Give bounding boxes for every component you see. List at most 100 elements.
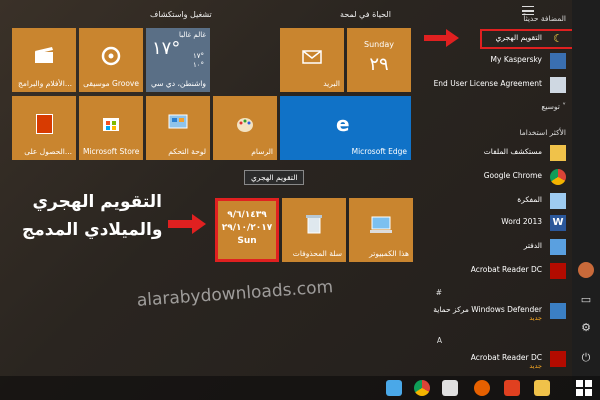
tile-hijri-calendar[interactable]: ٩/٦/١٤٣٩ ٢٩/١٠/٢٠١٧ Sun (215, 198, 279, 262)
list-item-label: My Kaspersky (490, 55, 542, 64)
list-item-word[interactable]: Word 2013 W (418, 214, 568, 232)
notepad-icon (550, 193, 566, 209)
new-badge: جديد (529, 314, 542, 322)
calendar-day: Sunday (364, 40, 394, 49)
list-item-label: التقويم الهجري (495, 33, 542, 42)
tile-this-pc-label: هذا الكمبيوتر (369, 249, 409, 258)
list-item-label: الدفتر (523, 241, 542, 250)
start-left-strip: ▭ ⚙ ⏻ (572, 0, 600, 400)
tile-movies[interactable]: الأفلام والبرامج... (12, 28, 76, 92)
annotation-line-2: والميلادي المدمج (22, 220, 163, 240)
list-item-acrobat-new[interactable]: Acrobat Reader DC جديد (418, 350, 568, 374)
paint-icon (237, 118, 253, 132)
list-item-label: Word 2013 (501, 217, 542, 226)
tile-store[interactable]: Microsoft Store (79, 96, 143, 160)
shield-icon (550, 303, 566, 319)
list-item-chrome[interactable]: Google Chrome (418, 168, 568, 186)
list-item-label: مركز حماية Windows Defender (433, 305, 542, 314)
windows-start-icon[interactable] (576, 380, 592, 396)
weather-title: غالم غالبا (179, 31, 206, 39)
tile-control-panel[interactable]: لوحة التحكم (146, 96, 210, 160)
list-item-kaspersky[interactable]: My Kaspersky (418, 52, 568, 70)
hijri-line-2: ٢٩/١٠/٢٠١٧ (221, 223, 273, 233)
tile-movies-label: الأفلام والبرامج... (18, 79, 72, 88)
acrobat-icon (550, 351, 566, 367)
list-item-wordpad[interactable]: الدفتر (418, 238, 568, 256)
tile-paint-label: الرسام (251, 147, 273, 156)
chrome-icon (550, 169, 566, 185)
tile-this-pc[interactable]: هذا الكمبيوتر (349, 198, 413, 262)
tile-calendar[interactable]: Sunday ٢٩ (347, 28, 411, 92)
tile-edge[interactable]: e Microsoft Edge (280, 96, 411, 160)
kaspersky-icon (550, 53, 566, 69)
group-title-play: تشغيل واستكشاف (150, 10, 212, 19)
tile-control-panel-label: لوحة التحكم (168, 147, 206, 156)
user-avatar-icon[interactable] (578, 262, 594, 278)
expand-link[interactable]: توسيع ˅ (541, 102, 566, 111)
list-item-defender[interactable]: مركز حماية Windows Defender جديد (418, 302, 568, 326)
computer-icon (370, 216, 392, 233)
list-item-label: Acrobat Reader DC (470, 265, 542, 274)
tile-edge-label: Microsoft Edge (351, 147, 407, 156)
weather-city: واشنطن، دي سي (150, 79, 206, 88)
list-item-file-explorer[interactable]: مستكشف الملفات (418, 144, 568, 162)
tile-mail[interactable]: البريد (280, 28, 344, 92)
letter-hash[interactable]: # (436, 288, 442, 297)
tile-groove[interactable]: موسيقى Groove (79, 28, 143, 92)
tile-recycle-bin-label: سلة المحذوفات (292, 249, 342, 258)
media-player-icon[interactable] (504, 380, 520, 396)
store-icon (103, 118, 119, 131)
list-item-label: Acrobat Reader DC (470, 353, 542, 362)
watermark: alarabydownloads.com (136, 277, 334, 311)
letter-a[interactable]: A (437, 336, 442, 345)
list-item-label: مستكشف الملفات (483, 147, 542, 156)
mail-icon (302, 50, 322, 64)
control-panel-icon (168, 114, 188, 129)
tile-paint[interactable]: الرسام (213, 96, 277, 160)
firefox-icon[interactable] (474, 380, 490, 396)
list-item-label: المفكرة (517, 195, 542, 204)
word-icon: W (550, 215, 566, 231)
list-item-acrobat[interactable]: Acrobat Reader DC (418, 262, 568, 280)
file-explorer-icon[interactable] (534, 380, 550, 396)
tile-weather[interactable]: غالم غالبا ١٧° ١٧° ١٠° واشنطن، دي سي (146, 28, 210, 92)
office-icon (36, 114, 53, 134)
list-item-eula[interactable]: End User License Agreement (418, 76, 568, 94)
annotation-line-1: التقويم الهجري (32, 192, 162, 212)
hijri-tooltip: التقويم الهجري (244, 170, 305, 185)
taskbar (0, 376, 600, 400)
hijri-line-1: ٩/٦/١٤٣٩ (227, 210, 267, 220)
clapper-icon (35, 47, 53, 63)
folder-icon (550, 145, 566, 161)
gear-icon[interactable]: ⚙ (578, 320, 594, 336)
tile-recycle-bin[interactable]: سلة المحذوفات (282, 198, 346, 262)
wordpad-icon (550, 239, 566, 255)
recycle-bin-icon (306, 215, 322, 234)
groove-icon (101, 46, 121, 66)
edge-icon: e (336, 112, 350, 136)
power-icon[interactable]: ⏻ (578, 350, 594, 366)
notes-icon[interactable] (386, 380, 402, 396)
weather-hi: ١٧° (192, 52, 204, 60)
recently-added-header: المضافة حديثاً (523, 14, 566, 23)
tile-office-label: الحصول على... (24, 147, 72, 156)
weather-lo: ١٠° (192, 61, 204, 69)
list-item-label: Google Chrome (483, 171, 542, 180)
most-used-header: الأكثر استخداما (519, 128, 566, 137)
hijri-line-3: Sun (237, 236, 257, 246)
annotation-arrow-list (424, 29, 459, 47)
moon-icon: ☾ (553, 32, 563, 45)
group-title-life: الحياة في لمحة (340, 10, 391, 19)
tile-mail-label: البريد (323, 79, 340, 88)
document-icon[interactable]: ▭ (578, 292, 594, 308)
tile-store-label: Microsoft Store (83, 147, 139, 156)
paint-icon[interactable] (442, 380, 458, 396)
acrobat-icon (550, 263, 566, 279)
document-icon (550, 77, 566, 93)
tile-office[interactable]: الحصول على... (12, 96, 76, 160)
list-item-notepad[interactable]: المفكرة (418, 192, 568, 210)
chrome-icon[interactable] (414, 380, 430, 396)
weather-temp: ١٧° (152, 38, 181, 59)
list-item-label: End User License Agreement (433, 79, 542, 88)
new-badge: جديد (529, 362, 542, 370)
